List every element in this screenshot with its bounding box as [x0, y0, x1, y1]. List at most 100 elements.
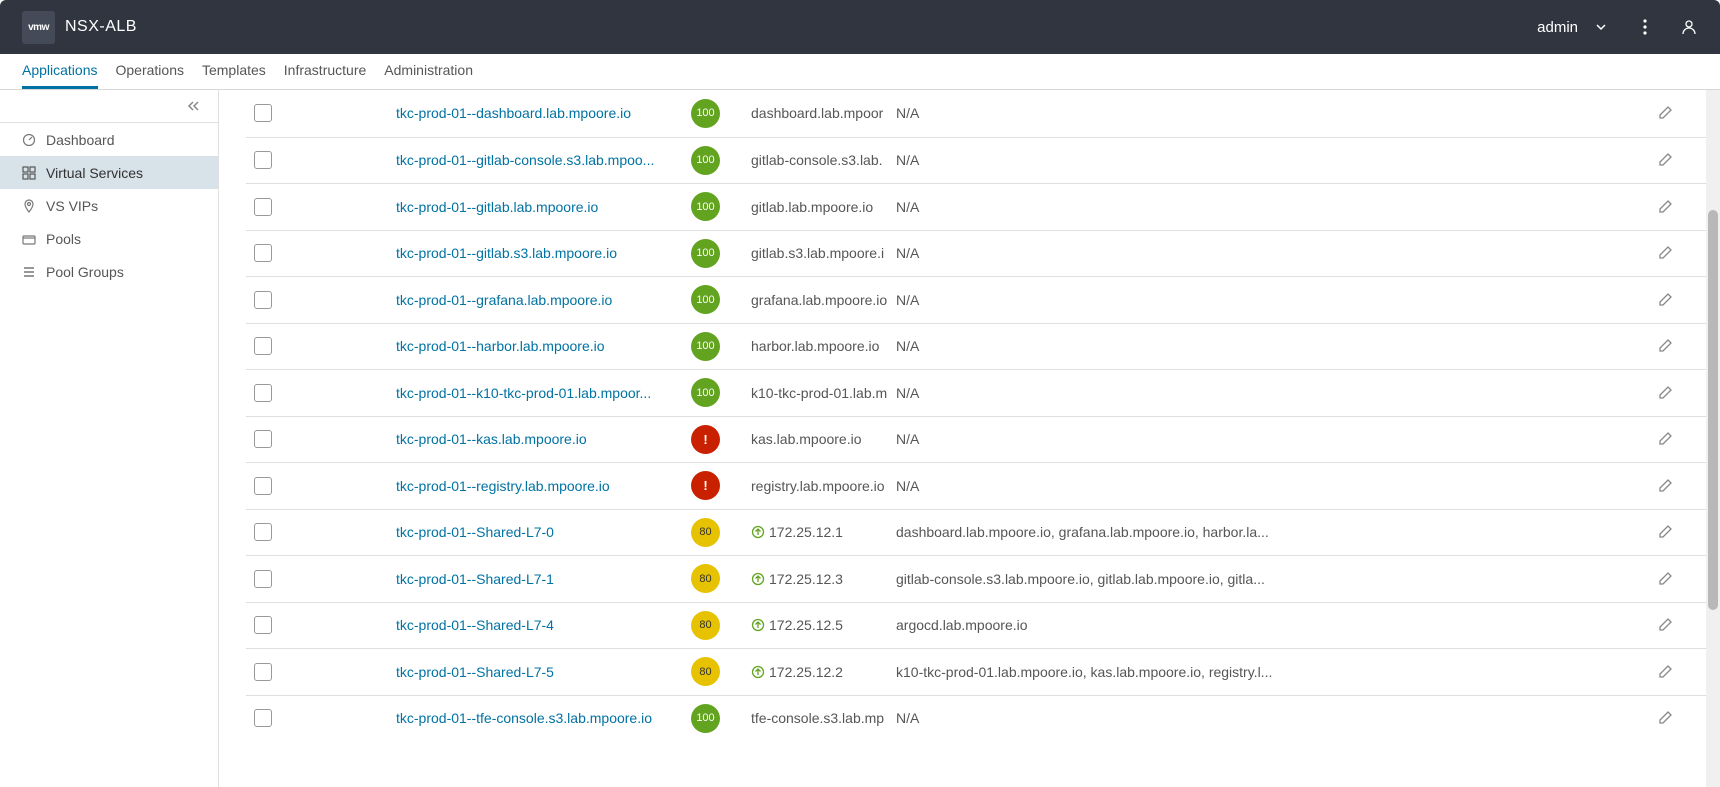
health-badge[interactable]: !	[691, 471, 720, 500]
health-badge[interactable]: 100	[691, 99, 720, 128]
health-badge[interactable]: 100	[691, 378, 720, 407]
address-cell: grafana.lab.mpoore.io	[751, 292, 896, 308]
nav-tab-operations[interactable]: Operations	[116, 54, 184, 89]
health-badge[interactable]: 100	[691, 239, 720, 268]
content-area: tkc-prod-01--dashboard.lab.mpoore.io100d…	[219, 90, 1720, 787]
row-checkbox[interactable]	[254, 663, 272, 681]
edit-button[interactable]	[1650, 106, 1680, 120]
edit-button[interactable]	[1650, 246, 1680, 260]
vs-name-link[interactable]: tkc-prod-01--harbor.lab.mpoore.io	[396, 338, 691, 354]
row-checkbox[interactable]	[254, 570, 272, 588]
vs-name-link[interactable]: tkc-prod-01--Shared-L7-0	[396, 524, 691, 540]
edit-button[interactable]	[1650, 525, 1680, 539]
vs-name-link[interactable]: tkc-prod-01--gitlab.s3.lab.mpoore.io	[396, 245, 691, 261]
health-badge[interactable]: 100	[691, 704, 720, 733]
edit-button[interactable]	[1650, 432, 1680, 446]
health-badge[interactable]: 100	[691, 332, 720, 361]
vs-name-link[interactable]: tkc-prod-01--dashboard.lab.mpoore.io	[396, 105, 691, 121]
edit-button[interactable]	[1650, 618, 1680, 632]
edit-button[interactable]	[1650, 293, 1680, 307]
address-cell: 172.25.12.5	[751, 617, 896, 633]
health-badge[interactable]: !	[691, 425, 720, 454]
sidebar-item-virtual-services[interactable]: Virtual Services	[0, 156, 218, 189]
user-label: admin	[1537, 19, 1578, 36]
row-checkbox[interactable]	[254, 616, 272, 634]
sidebar-collapse-button[interactable]	[0, 90, 218, 123]
scrollbar-track[interactable]	[1706, 90, 1720, 787]
address-cell: 172.25.12.3	[751, 571, 896, 587]
edit-button[interactable]	[1650, 200, 1680, 214]
address-cell: gitlab-console.s3.lab.	[751, 152, 896, 168]
row-checkbox[interactable]	[254, 151, 272, 169]
row-checkbox[interactable]	[254, 104, 272, 122]
row-checkbox[interactable]	[254, 477, 272, 495]
health-badge[interactable]: 80	[691, 518, 720, 547]
kebab-menu-icon[interactable]	[1636, 18, 1654, 36]
row-checkbox[interactable]	[254, 523, 272, 541]
health-badge[interactable]: 100	[691, 192, 720, 221]
edit-button[interactable]	[1650, 386, 1680, 400]
sidebar-item-pool-groups[interactable]: Pool Groups	[0, 255, 218, 288]
table-row: tkc-prod-01--Shared-L7-080172.25.12.1das…	[246, 509, 1720, 556]
address-cell: 172.25.12.2	[751, 664, 896, 680]
health-badge[interactable]: 80	[691, 657, 720, 686]
address-cell: registry.lab.mpoore.io	[751, 478, 896, 494]
row-checkbox[interactable]	[254, 244, 272, 262]
nav-tab-templates[interactable]: Templates	[202, 54, 266, 89]
edit-button[interactable]	[1650, 339, 1680, 353]
pools-cell: k10-tkc-prod-01.lab.mpoore.io, kas.lab.m…	[896, 664, 1291, 680]
row-checkbox[interactable]	[254, 709, 272, 727]
vs-name-link[interactable]: tkc-prod-01--grafana.lab.mpoore.io	[396, 292, 691, 308]
vs-name-link[interactable]: tkc-prod-01--kas.lab.mpoore.io	[396, 431, 691, 447]
vs-name-link[interactable]: tkc-prod-01--k10-tkc-prod-01.lab.mpoor..…	[396, 385, 691, 401]
row-checkbox[interactable]	[254, 198, 272, 216]
pin-icon	[22, 199, 36, 213]
pools-cell: N/A	[896, 478, 1291, 494]
edit-button[interactable]	[1650, 711, 1680, 725]
table-row: tkc-prod-01--Shared-L7-480172.25.12.5arg…	[246, 602, 1720, 649]
health-badge[interactable]: 100	[691, 146, 720, 175]
arrow-up-circle-icon	[751, 665, 765, 679]
scrollbar-thumb[interactable]	[1708, 210, 1718, 610]
row-checkbox[interactable]	[254, 337, 272, 355]
address-cell: kas.lab.mpoore.io	[751, 431, 896, 447]
sidebar-item-vs-vips[interactable]: VS VIPs	[0, 189, 218, 222]
vs-name-link[interactable]: tkc-prod-01--registry.lab.mpoore.io	[396, 478, 691, 494]
edit-button[interactable]	[1650, 572, 1680, 586]
edit-button[interactable]	[1650, 479, 1680, 493]
arrow-up-circle-icon	[751, 525, 765, 539]
vs-name-link[interactable]: tkc-prod-01--Shared-L7-4	[396, 617, 691, 633]
vs-name-link[interactable]: tkc-prod-01--tfe-console.s3.lab.mpoore.i…	[396, 710, 691, 726]
vs-name-link[interactable]: tkc-prod-01--Shared-L7-1	[396, 571, 691, 587]
edit-button[interactable]	[1650, 153, 1680, 167]
pools-cell: N/A	[896, 245, 1291, 261]
user-icon[interactable]	[1680, 18, 1698, 36]
chevron-down-icon[interactable]	[1592, 18, 1610, 36]
pools-cell: N/A	[896, 338, 1291, 354]
nav-tab-applications[interactable]: Applications	[22, 54, 98, 89]
nav-tab-administration[interactable]: Administration	[384, 54, 473, 89]
vs-name-link[interactable]: tkc-prod-01--Shared-L7-5	[396, 664, 691, 680]
health-badge[interactable]: 100	[691, 285, 720, 314]
sidebar-item-label: Pools	[46, 231, 81, 247]
row-checkbox[interactable]	[254, 384, 272, 402]
folder-icon	[22, 232, 36, 246]
vs-name-link[interactable]: tkc-prod-01--gitlab-console.s3.lab.mpoo.…	[396, 152, 691, 168]
sidebar-item-pools[interactable]: Pools	[0, 222, 218, 255]
address-cell: 172.25.12.1	[751, 524, 896, 540]
health-badge[interactable]: 80	[691, 564, 720, 593]
sidebar-item-dashboard[interactable]: Dashboard	[0, 123, 218, 156]
address-cell: gitlab.s3.lab.mpoore.i	[751, 245, 896, 261]
table-row: tkc-prod-01--grafana.lab.mpoore.io100 gra…	[246, 276, 1720, 323]
vs-name-link[interactable]: tkc-prod-01--gitlab.lab.mpoore.io	[396, 199, 691, 215]
table-row: tkc-prod-01--k10-tkc-prod-01.lab.mpoor..…	[246, 369, 1720, 416]
edit-button[interactable]	[1650, 665, 1680, 679]
table-row: tkc-prod-01--gitlab-console.s3.lab.mpoo.…	[246, 137, 1720, 184]
nav-tab-infrastructure[interactable]: Infrastructure	[284, 54, 366, 89]
health-badge[interactable]: 80	[691, 611, 720, 640]
address-cell: gitlab.lab.mpoore.io	[751, 199, 896, 215]
row-checkbox[interactable]	[254, 430, 272, 448]
table-row: tkc-prod-01--Shared-L7-580 172.25.12.2k10…	[246, 648, 1720, 695]
table-row: tkc-prod-01--tfe-console.s3.lab.mpoore.i…	[246, 695, 1720, 742]
row-checkbox[interactable]	[254, 291, 272, 309]
